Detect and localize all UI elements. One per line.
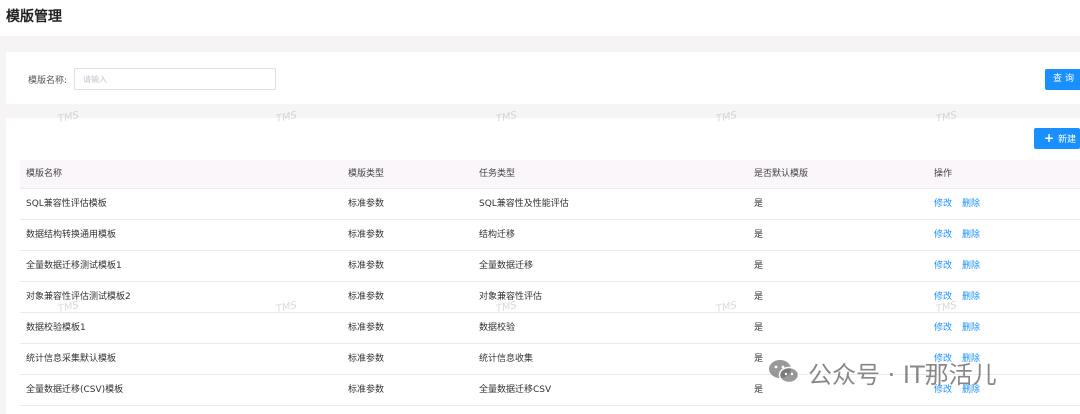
- cell-name: SQL兼容性评估模板: [26, 199, 107, 209]
- delete-link[interactable]: 删除: [962, 292, 980, 302]
- cell-is-default: 是: [754, 261, 764, 271]
- column-header-name: 模版名称: [26, 169, 63, 179]
- cell-actions: 修改 删除: [934, 375, 990, 406]
- delete-link[interactable]: 删除: [962, 199, 980, 209]
- cell-name: 全量数据迁移测试模板1: [26, 261, 122, 271]
- cell-is-default: 是: [754, 230, 764, 240]
- template-name-label: 模版名称:: [28, 76, 68, 86]
- cell-task-type: 结构迁移: [479, 230, 516, 240]
- query-button[interactable]: 查询: [1045, 69, 1080, 90]
- cell-is-default: 是: [754, 385, 764, 395]
- cell-task-type: 数据校验: [479, 323, 516, 333]
- table-row: SQL兼容性评估模板 标准参数 SQL兼容性及性能评估 是 修改 删除: [20, 189, 1080, 220]
- column-header-template-type: 模版类型: [348, 169, 385, 179]
- cell-is-default: 是: [754, 354, 764, 364]
- edit-link[interactable]: 修改: [934, 354, 952, 364]
- table-row: 全量数据迁移(CSV)模板 标准参数 全量数据迁移CSV 是 修改 删除: [20, 375, 1080, 406]
- edit-link[interactable]: 修改: [934, 199, 952, 209]
- cell-name: 全量数据迁移(CSV)模板: [26, 385, 124, 395]
- cell-name: 统计信息采集默认模板: [26, 354, 117, 364]
- edit-link[interactable]: 修改: [934, 292, 952, 302]
- edit-link[interactable]: 修改: [934, 230, 952, 240]
- cell-is-default: 是: [754, 292, 764, 302]
- edit-link[interactable]: 修改: [934, 385, 952, 395]
- new-button-label: 新建: [1058, 135, 1077, 145]
- cell-task-type: 对象兼容性评估: [479, 292, 543, 302]
- table-row: 数据结构转换通用模板 标准参数 结构迁移 是 修改 删除: [20, 220, 1080, 251]
- page-title: 模版管理: [6, 9, 62, 25]
- cell-template-type: 标准参数: [348, 292, 385, 302]
- search-panel: 模版名称: 查询: [6, 52, 1080, 104]
- cell-template-type: 标准参数: [348, 354, 385, 364]
- edit-link[interactable]: 修改: [934, 323, 952, 333]
- column-header-actions: 操作: [934, 169, 953, 179]
- delete-link[interactable]: 删除: [962, 230, 980, 240]
- new-template-button[interactable]: + 新建: [1034, 128, 1080, 149]
- table-row: 统计信息采集默认模板 标准参数 统计信息收集 是 修改 删除: [20, 344, 1080, 375]
- cell-template-type: 标准参数: [348, 230, 385, 240]
- cell-actions: 修改 删除: [934, 282, 990, 313]
- cell-template-type: 标准参数: [348, 323, 385, 333]
- cell-task-type: 全量数据迁移CSV: [479, 385, 552, 395]
- cell-actions: 修改 删除: [934, 251, 990, 282]
- cell-name: 对象兼容性评估测试模板2: [26, 292, 131, 302]
- column-header-task-type: 任务类型: [479, 169, 516, 179]
- cell-actions: 修改 删除: [934, 344, 990, 375]
- cell-template-type: 标准参数: [348, 199, 385, 209]
- plus-icon: +: [1044, 131, 1055, 145]
- list-panel: + 新建 模版名称 模版类型 任务类型 是否默认模版 操作 SQL兼容性评估模板 …: [6, 118, 1080, 414]
- table-row: 对象兼容性评估测试模板2 标准参数 对象兼容性评估 是 修改 删除: [20, 282, 1080, 313]
- table-header: 模版名称 模版类型 任务类型 是否默认模版 操作: [20, 160, 1080, 189]
- cell-task-type: 统计信息收集: [479, 354, 534, 364]
- cell-actions: 修改 删除: [934, 189, 990, 220]
- cell-is-default: 是: [754, 199, 764, 209]
- edit-link[interactable]: 修改: [934, 261, 952, 271]
- delete-link[interactable]: 删除: [962, 385, 980, 395]
- template-table: 模版名称 模版类型 任务类型 是否默认模版 操作 SQL兼容性评估模板 标准参数…: [20, 160, 1080, 406]
- delete-link[interactable]: 删除: [962, 261, 980, 271]
- page-header: 模版管理: [0, 0, 1080, 36]
- cell-actions: 修改 删除: [934, 220, 990, 251]
- cell-name: 数据结构转换通用模板: [26, 230, 117, 240]
- cell-template-type: 标准参数: [348, 261, 385, 271]
- delete-link[interactable]: 删除: [962, 323, 980, 333]
- table-row: 全量数据迁移测试模板1 标准参数 全量数据迁移 是 修改 删除: [20, 251, 1080, 282]
- cell-is-default: 是: [754, 323, 764, 333]
- cell-task-type: SQL兼容性及性能评估: [479, 199, 569, 209]
- cell-name: 数据校验模板1: [26, 323, 86, 333]
- cell-task-type: 全量数据迁移: [479, 261, 534, 271]
- delete-link[interactable]: 删除: [962, 354, 980, 364]
- template-name-input[interactable]: [74, 68, 276, 90]
- cell-template-type: 标准参数: [348, 385, 385, 395]
- column-header-is-default: 是否默认模版: [754, 169, 809, 179]
- table-row: 数据校验模板1 标准参数 数据校验 是 修改 删除: [20, 313, 1080, 344]
- cell-actions: 修改 删除: [934, 313, 990, 344]
